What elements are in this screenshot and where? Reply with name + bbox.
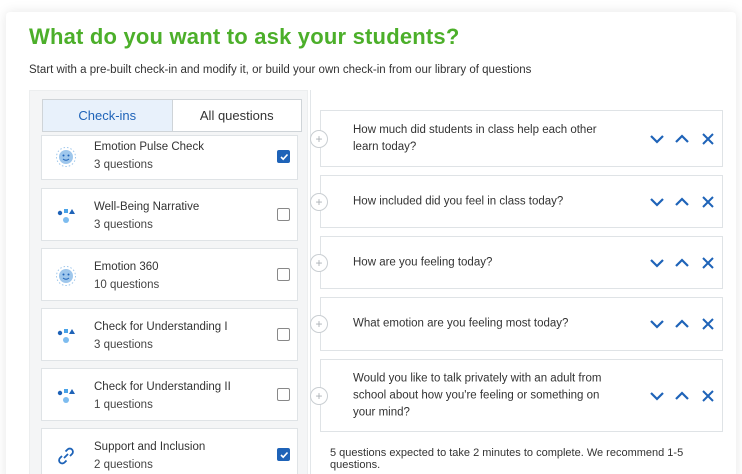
move-up-icon[interactable] [673, 254, 691, 272]
question-text: Would you like to talk privately with an… [353, 372, 602, 418]
emotion-face-icon [55, 146, 77, 168]
checkin-name: Check for Understanding II [94, 381, 231, 393]
move-down-icon[interactable] [648, 193, 666, 211]
checkin-checkbox[interactable] [277, 150, 290, 163]
move-down-icon[interactable] [648, 130, 666, 148]
insert-question-button[interactable]: + [310, 315, 328, 333]
insert-question-button[interactable]: + [310, 129, 328, 148]
checkin-count: 3 questions [94, 339, 153, 351]
checkin-name: Well-Being Narrative [94, 201, 200, 213]
move-up-icon[interactable] [673, 387, 691, 405]
page-title: What do you want to ask your students? [29, 24, 460, 49]
checkin-card-check-for-understanding-ii[interactable]: Check for Understanding II 1 questions [41, 368, 298, 421]
shapes-icon [55, 325, 77, 347]
panel-divider [310, 90, 311, 474]
question-card: + How are you feeling today? [310, 236, 723, 289]
remove-question-icon[interactable] [699, 315, 717, 333]
insert-question-button[interactable]: + [310, 253, 328, 272]
question-card: + Would you like to talk privately with … [310, 359, 723, 432]
checkin-count: 1 questions [94, 399, 153, 411]
link-icon [55, 445, 77, 467]
checkin-name: Emotion Pulse Check [94, 141, 204, 153]
emotion-face-icon [55, 265, 77, 287]
checkin-name: Check for Understanding I [94, 321, 228, 333]
remove-question-icon[interactable] [699, 130, 717, 148]
move-down-icon[interactable] [648, 254, 666, 272]
checkin-name: Emotion 360 [94, 261, 159, 273]
move-down-icon[interactable] [648, 315, 666, 333]
tab-all-questions[interactable]: All questions [173, 100, 302, 131]
question-text: How much did students in class help each… [353, 123, 597, 153]
move-up-icon[interactable] [673, 315, 691, 333]
checkin-card-check-for-understanding-i[interactable]: Check for Understanding I 3 questions [41, 308, 298, 361]
checkin-card-support-and-inclusion[interactable]: Support and Inclusion 2 questions [41, 428, 298, 474]
checkin-count: 3 questions [94, 159, 153, 171]
checkin-checkbox[interactable] [277, 388, 290, 401]
tab-check-ins[interactable]: Check-ins [43, 100, 173, 131]
move-up-icon[interactable] [673, 130, 691, 148]
checkin-name: Support and Inclusion [94, 441, 206, 453]
remove-question-icon[interactable] [699, 387, 717, 405]
question-text: How are you feeling today? [353, 256, 493, 268]
question-text: How included did you feel in class today… [353, 195, 564, 207]
shapes-icon [55, 205, 77, 227]
remove-question-icon[interactable] [699, 193, 717, 211]
page-subtitle: Start with a pre-built check-in and modi… [29, 64, 532, 76]
checkin-card-emotion-360[interactable]: Emotion 360 10 questions [41, 248, 298, 301]
checkin-count: 10 questions [94, 279, 160, 291]
checkin-count: 3 questions [94, 219, 153, 231]
question-count-note: 5 questions expected to take 2 minutes t… [330, 447, 684, 471]
library-tabs: Check-ins All questions [42, 99, 302, 132]
checkin-checkbox[interactable] [277, 328, 290, 341]
question-text: What emotion are you feeling most today? [353, 317, 569, 330]
checkin-card-emotion-pulse-check[interactable]: Emotion Pulse Check 3 questions [41, 135, 298, 180]
checkin-library-panel: Check-ins All questions Emotion Pulse Ch… [29, 90, 308, 474]
remove-question-icon[interactable] [699, 254, 717, 272]
shapes-icon [55, 385, 77, 407]
checkin-checkbox[interactable] [277, 208, 290, 221]
insert-question-button[interactable]: + [310, 386, 328, 405]
question-card: + What emotion are you feeling most toda… [310, 297, 723, 351]
question-card: + How included did you feel in class tod… [310, 175, 723, 228]
move-down-icon[interactable] [648, 387, 666, 405]
question-card: + How much did students in class help ea… [310, 110, 723, 167]
checkin-card-well-being-narrative[interactable]: Well-Being Narrative 3 questions [41, 188, 298, 241]
checkin-checkbox[interactable] [277, 268, 290, 281]
checkin-count: 2 questions [94, 459, 153, 471]
checkin-checkbox[interactable] [277, 448, 290, 461]
insert-question-button[interactable]: + [310, 192, 328, 211]
move-up-icon[interactable] [673, 193, 691, 211]
